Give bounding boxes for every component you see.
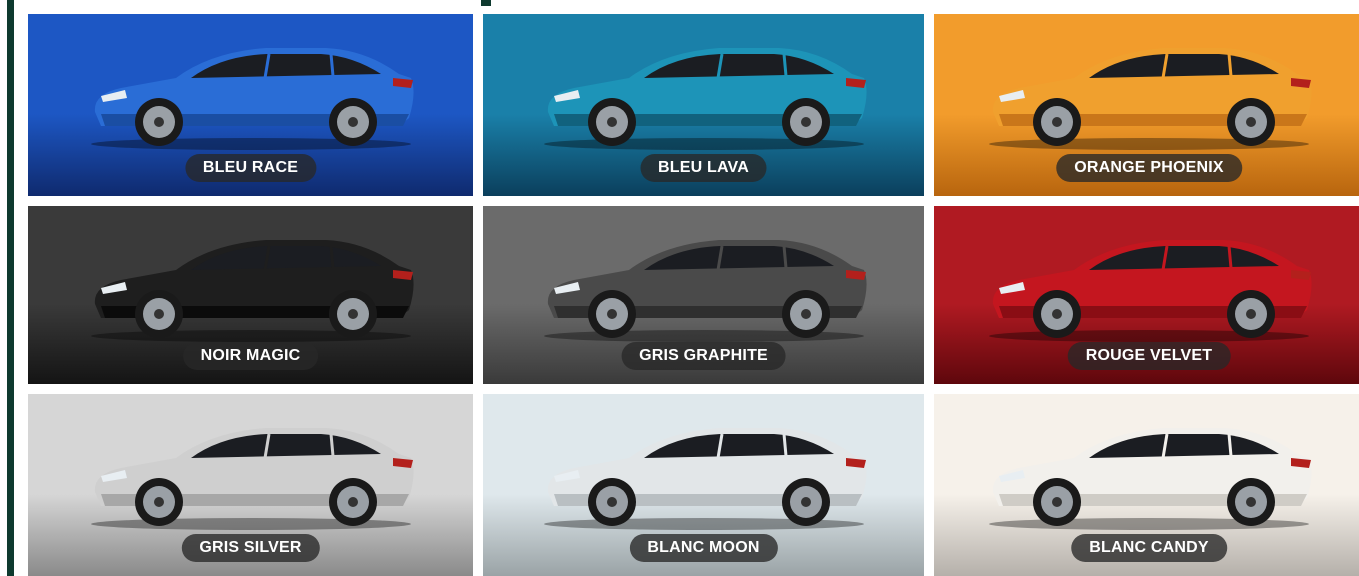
car-image [90,428,414,530]
color-label: ROUGE VELVET [1067,342,1231,370]
color-tile-bleu-lava[interactable]: BLEU LAVA [483,14,924,196]
color-tile-orange-phoenix[interactable]: ORANGE PHOENIX [934,14,1359,196]
color-swatch-grid: BLEU RACE BLEU LAVA ORANGE PHOENIX NOIR … [28,14,1359,576]
car-image [989,240,1312,342]
car-image [543,428,867,530]
color-tile-noir-magic[interactable]: NOIR MAGIC [28,206,473,384]
car-image [90,240,414,342]
color-tile-blanc-candy[interactable]: BLANC CANDY [934,394,1359,576]
color-tile-rouge-velvet[interactable]: ROUGE VELVET [934,206,1359,384]
color-tile-blanc-moon[interactable]: BLANC MOON [483,394,924,576]
car-image [989,48,1312,150]
color-label: BLANC CANDY [1071,534,1227,562]
color-tile-gris-silver[interactable]: GRIS SILVER [28,394,473,576]
left-accent-bar [7,0,14,576]
color-label: GRIS SILVER [181,534,320,562]
color-label: BLANC MOON [629,534,778,562]
color-label: GRIS GRAPHITE [621,342,786,370]
color-label: BLEU RACE [184,154,317,182]
car-image [543,48,867,150]
car-image [90,48,414,150]
top-accent-tick [481,0,491,6]
color-tile-bleu-race[interactable]: BLEU RACE [28,14,473,196]
color-label: ORANGE PHOENIX [1056,154,1242,182]
color-tile-gris-graphite[interactable]: GRIS GRAPHITE [483,206,924,384]
car-image [543,240,867,342]
color-label: NOIR MAGIC [182,342,319,370]
car-image [989,428,1312,530]
color-label: BLEU LAVA [640,154,767,182]
